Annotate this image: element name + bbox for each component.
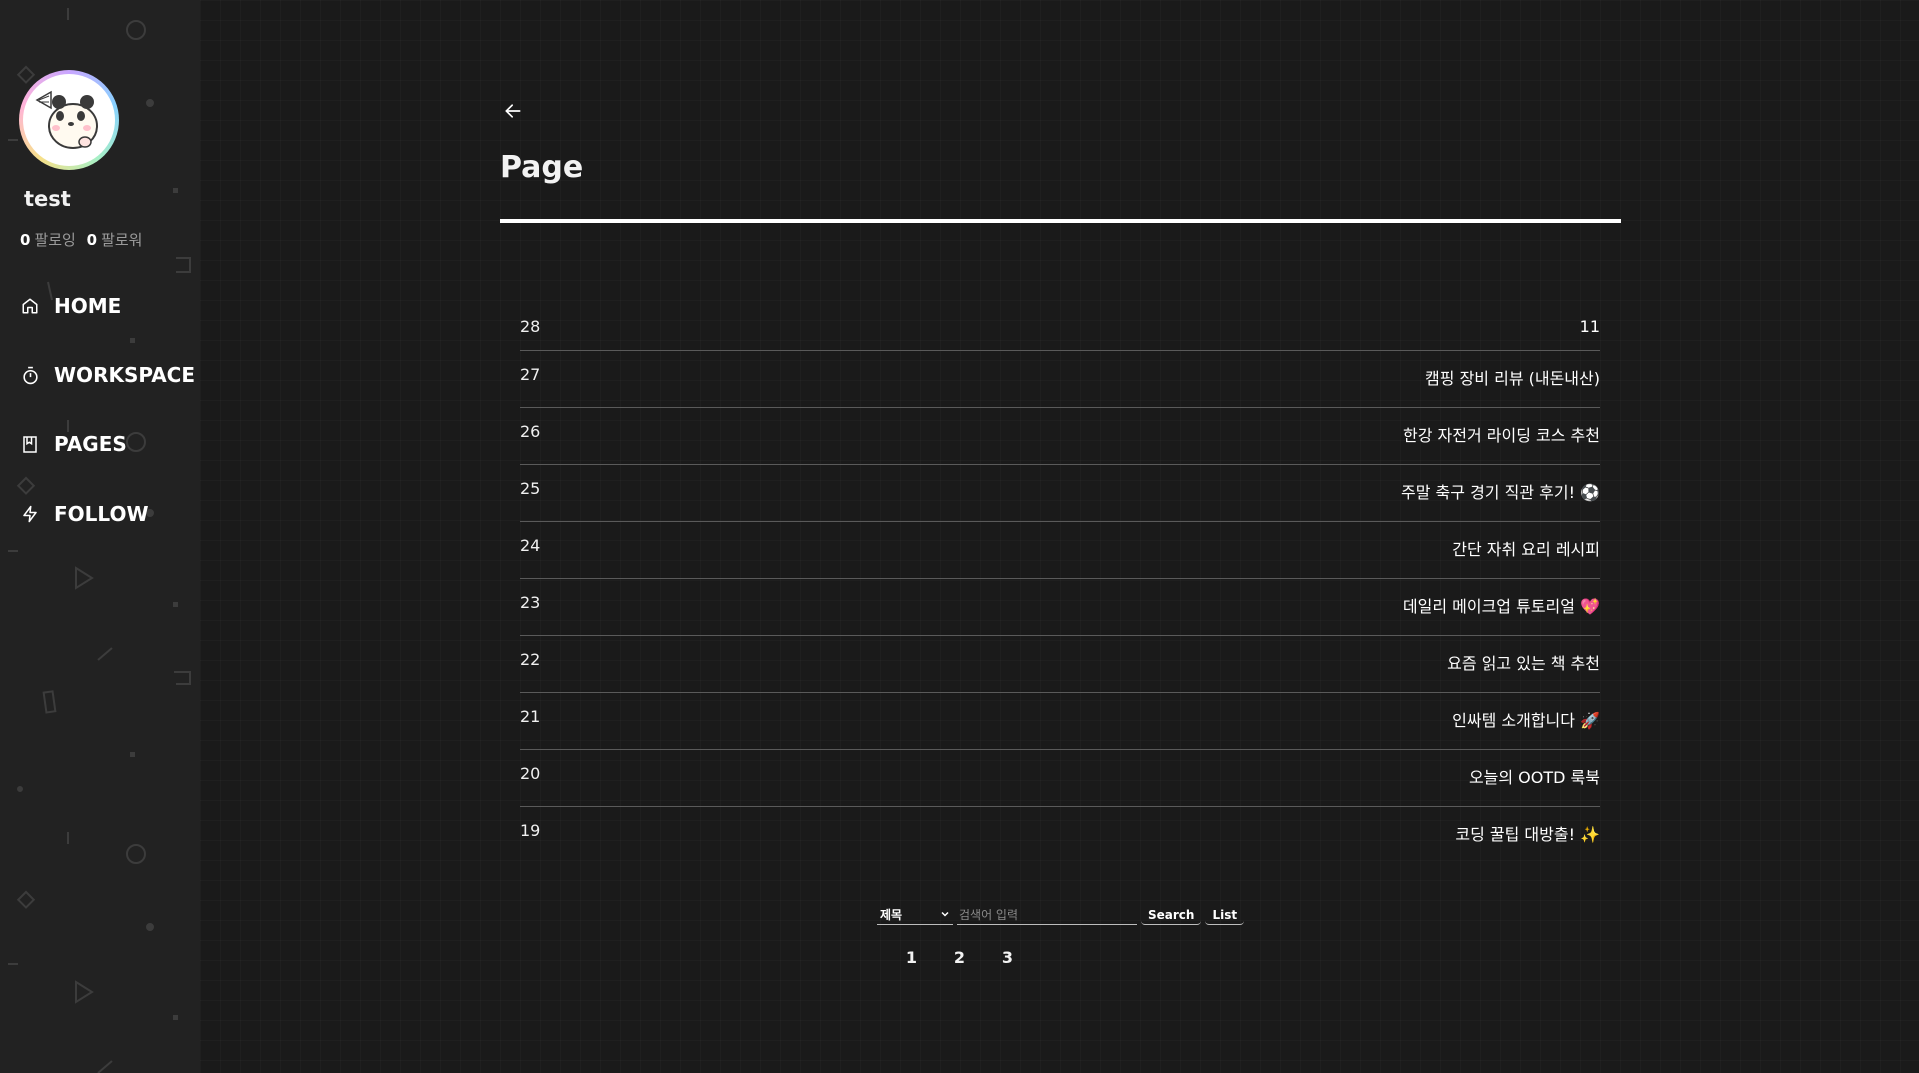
post-title[interactable]: 한강 자전거 라이딩 코스 추천 [1403,422,1600,446]
search-bar: 제목 Search List [877,905,1245,925]
post-row[interactable]: 24 간단 자취 요리 레시피 [520,522,1600,579]
post-title[interactable]: 주말 축구 경기 직관 후기! ⚽ [1401,479,1600,503]
post-row[interactable]: 22 요즘 읽고 있는 책 추천 [520,636,1600,693]
post-row[interactable]: 19 코딩 꿀팁 대방출! ✨ [520,807,1600,864]
post-number: 26 [520,422,541,441]
post-row[interactable]: 28 11 [520,305,1600,351]
book-icon [20,434,40,454]
sidebar: test 0 팔로잉 0 팔로워 HOME WORKSPACE PAGES FOLL… [0,0,200,1073]
page-link[interactable]: 1 [903,948,921,967]
list-button[interactable]: List [1205,905,1245,925]
search-type-value: 제목 [880,908,903,922]
post-row[interactable]: 26 한강 자전거 라이딩 코스 추천 [520,408,1600,465]
lightning-icon [20,504,40,524]
follower-label[interactable]: 팔로워 [101,231,142,249]
post-number: 20 [520,764,541,783]
post-number: 27 [520,365,541,384]
title-divider [500,219,1621,223]
post-row[interactable]: 25 주말 축구 경기 직관 후기! ⚽ [520,465,1600,522]
following-label[interactable]: 팔로잉 [34,231,75,249]
nav-item-follow[interactable]: FOLLOW [20,502,149,526]
hamster-avatar-image [23,74,115,166]
nav-item-home[interactable]: HOME [20,294,121,318]
pagination: 1 2 3 [0,948,1919,967]
post-row[interactable]: 27 캠핑 장비 리뷰 (내돈내산) [520,351,1600,408]
post-title[interactable]: 캠핑 장비 리뷰 (내돈내산) [1425,365,1600,389]
nav-label-pages: PAGES [54,432,127,456]
post-number: 25 [520,479,541,498]
post-title[interactable]: 11 [1580,317,1600,336]
post-number: 28 [520,317,541,336]
post-number: 19 [520,821,541,840]
nav-item-pages[interactable]: PAGES [20,432,127,456]
chevron-down-icon [941,911,949,917]
post-row[interactable]: 20 오늘의 OOTD 룩북 [520,750,1600,807]
search-type-select[interactable]: 제목 [877,905,953,925]
follow-counts: 0 팔로잉 0 팔로워 [20,229,142,250]
nav-label-follow: FOLLOW [54,502,149,526]
hamster-icon [35,90,98,149]
back-button[interactable] [500,98,526,124]
post-row[interactable]: 21 인싸템 소개합니다 🚀 [520,693,1600,750]
post-number: 23 [520,593,541,612]
post-title[interactable]: 코딩 꿀팁 대방출! ✨ [1455,821,1600,845]
post-row[interactable]: 23 데일리 메이크업 튜토리얼 💖 [520,579,1600,636]
post-number: 24 [520,536,541,555]
page-title: Page [500,150,584,185]
search-button[interactable]: Search [1141,905,1202,925]
nav-item-workspace[interactable]: WORKSPACE [20,363,195,387]
post-number: 22 [520,650,541,669]
profile-username: test [24,187,71,211]
avatar[interactable] [19,70,119,170]
search-input[interactable] [957,905,1137,925]
nav-label-home: HOME [54,294,122,318]
home-icon [20,296,40,316]
post-number: 21 [520,707,541,726]
arrow-left-icon [505,104,521,118]
following-count: 0 [20,231,31,249]
post-title[interactable]: 오늘의 OOTD 룩북 [1469,764,1600,788]
post-title[interactable]: 인싸템 소개합니다 🚀 [1452,707,1600,731]
follower-count: 0 [86,231,98,249]
nav-label-workspace: WORKSPACE [54,363,196,387]
background-decoration [8,8,191,1073]
page-link[interactable]: 3 [999,948,1017,967]
post-title[interactable]: 요즘 읽고 있는 책 추천 [1447,650,1600,674]
post-list: 28 11 27 캠핑 장비 리뷰 (내돈내산) 26 한강 자전거 라이딩 코… [520,305,1600,864]
timer-icon [20,365,40,385]
post-title[interactable]: 데일리 메이크업 튜토리얼 💖 [1403,593,1600,617]
post-title[interactable]: 간단 자취 요리 레시피 [1452,536,1600,560]
page-link[interactable]: 2 [951,948,969,967]
